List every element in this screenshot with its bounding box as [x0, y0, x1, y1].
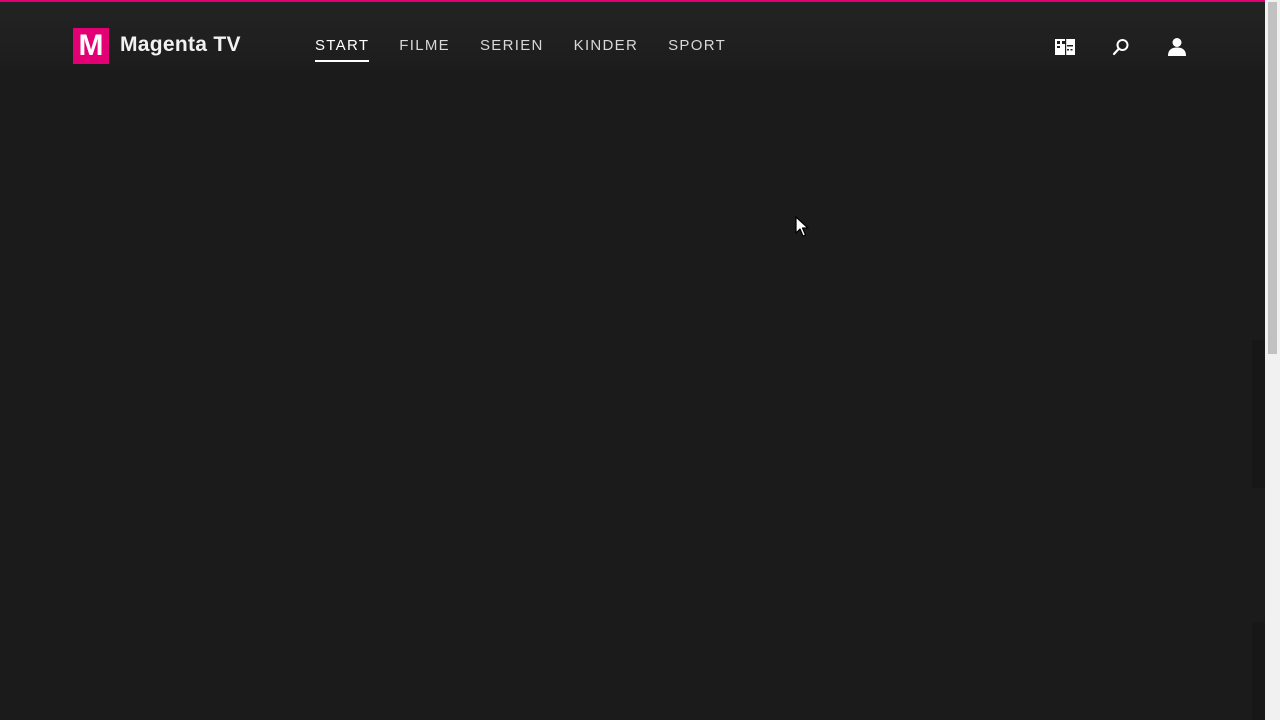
app-viewport: M Magenta TV START FILME SERIEN KINDER S…	[0, 0, 1280, 720]
search-icon[interactable]	[1110, 36, 1132, 58]
nav-sport[interactable]: SPORT	[668, 37, 726, 62]
carousel-edge-panel	[1252, 340, 1265, 488]
nav-kinder[interactable]: KINDER	[574, 37, 638, 62]
nav-serien[interactable]: SERIEN	[480, 37, 544, 62]
mouse-cursor-icon	[795, 216, 809, 237]
main-navigation: START FILME SERIEN KINDER SPORT	[315, 37, 726, 62]
top-header: M Magenta TV START FILME SERIEN KINDER S…	[0, 2, 1265, 72]
user-icon[interactable]	[1166, 36, 1188, 58]
carousel-edge-panel	[1252, 622, 1265, 720]
brand-name[interactable]: Magenta TV	[120, 33, 241, 57]
page-scrollbar[interactable]	[1265, 0, 1280, 720]
magenta-logo[interactable]: M	[73, 28, 109, 64]
scrollbar-thumb[interactable]	[1268, 2, 1277, 354]
tv-guide-icon[interactable]	[1054, 36, 1076, 58]
nav-start[interactable]: START	[315, 37, 370, 62]
nav-filme[interactable]: FILME	[399, 37, 450, 62]
